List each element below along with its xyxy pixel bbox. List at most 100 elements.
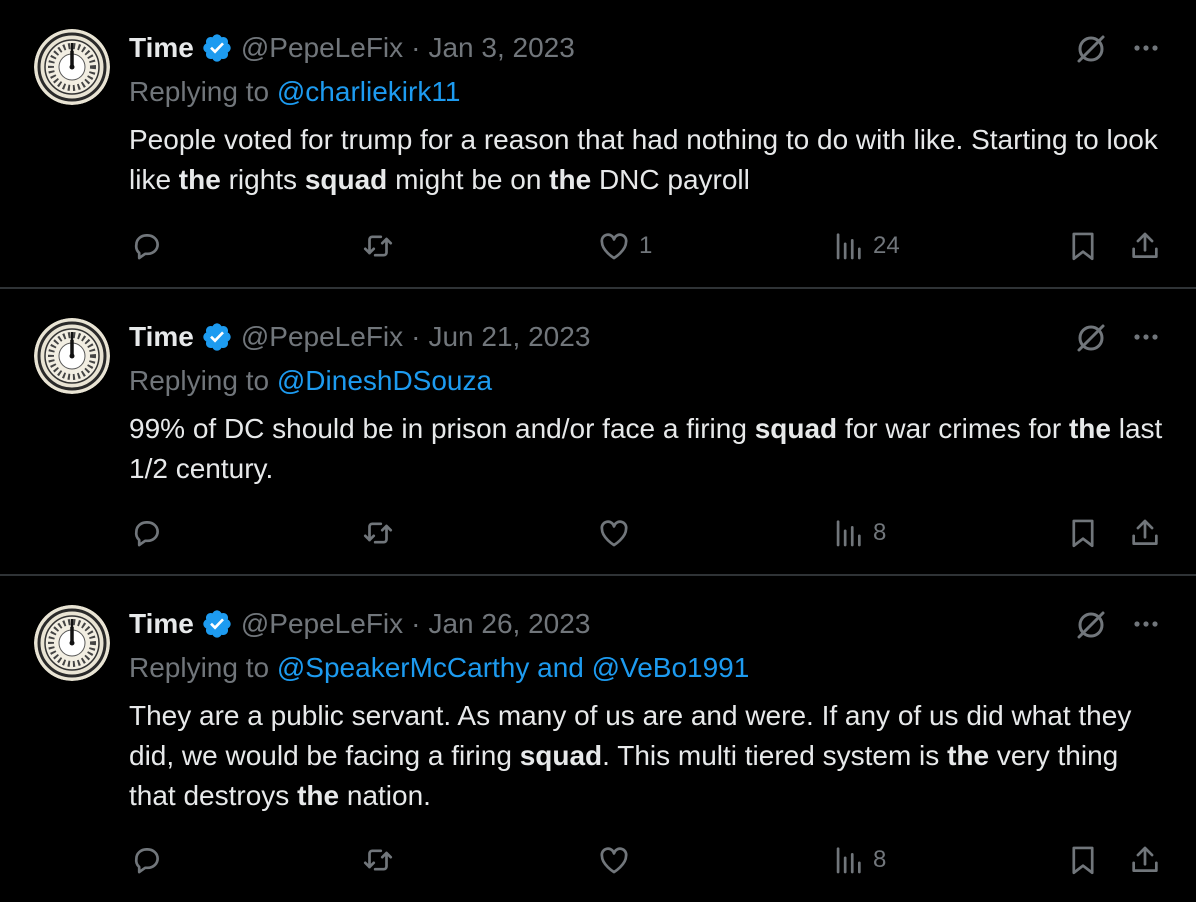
text-segment: for war crimes for — [837, 413, 1069, 444]
timestamp[interactable]: Jun 21, 2023 — [428, 321, 590, 353]
clock-avatar-icon — [34, 605, 110, 681]
avatar[interactable] — [34, 318, 110, 394]
retweet-icon — [363, 235, 393, 257]
grok-icon[interactable] — [1072, 606, 1110, 644]
grok-icon[interactable] — [1072, 319, 1110, 357]
highlighted-word: the — [947, 740, 990, 771]
verified-badge-icon[interactable] — [201, 608, 233, 640]
action-bar: 1 24 — [0, 226, 1196, 266]
timestamp[interactable]: Jan 26, 2023 — [428, 608, 590, 640]
more-icon[interactable] — [1128, 606, 1164, 642]
view-count: 24 — [873, 232, 900, 259]
handle[interactable]: @PepeLeFix — [241, 321, 403, 353]
highlighted-word: the — [1068, 413, 1111, 444]
like-button[interactable] — [597, 840, 639, 880]
mention-link[interactable]: @charliekirk11 — [277, 76, 461, 107]
like-icon — [600, 520, 628, 547]
avatar[interactable] — [34, 605, 110, 681]
views-icon — [836, 233, 861, 260]
reply-icon — [134, 234, 159, 260]
views-icon — [836, 847, 861, 874]
text-segment: might be on — [387, 164, 550, 195]
reply-button[interactable] — [130, 226, 164, 266]
text-segment: nation. — [339, 780, 431, 811]
replying-to: Replying to @DineshDSouza — [129, 365, 492, 397]
retweet-button[interactable] — [361, 840, 395, 880]
tweet-text: They are a public servant. As many of us… — [129, 696, 1169, 816]
replying-prefix: Replying to — [129, 652, 277, 683]
handle[interactable]: @PepeLeFix — [241, 32, 403, 64]
like-button[interactable] — [597, 513, 639, 553]
tweet-text: 99% of DC should be in prison and/or fac… — [129, 409, 1169, 489]
view-count: 8 — [873, 846, 887, 873]
retweet-button[interactable] — [361, 513, 395, 553]
bookmark-icon — [1072, 519, 1094, 548]
timestamp[interactable]: Jan 3, 2023 — [428, 32, 574, 64]
mention-link[interactable]: @DineshDSouza — [277, 365, 492, 396]
replying-to: Replying to @charliekirk11 — [129, 76, 460, 108]
display-name[interactable]: Time — [129, 321, 194, 353]
text-segment: . This multi tiered system is — [602, 740, 948, 771]
text-segment: rights — [220, 164, 305, 195]
verified-badge-icon[interactable] — [201, 321, 233, 353]
views-button[interactable]: 8 — [831, 840, 886, 880]
views-button[interactable]: 24 — [831, 226, 900, 266]
reply-icon — [134, 848, 159, 874]
reply-icon — [134, 521, 159, 547]
grok-icon[interactable] — [1072, 30, 1110, 68]
more-icon[interactable] — [1128, 319, 1164, 355]
bookmark-button[interactable] — [1066, 513, 1100, 553]
display-name[interactable]: Time — [129, 32, 194, 64]
like-icon — [600, 847, 628, 874]
tweet-header: Time @PepeLeFix · Jan 26, 2023 — [129, 604, 590, 644]
reply-button[interactable] — [130, 840, 164, 880]
more-icon[interactable] — [1128, 30, 1164, 66]
tweet-header: Time @PepeLeFix · Jun 21, 2023 — [129, 317, 590, 357]
share-icon — [1132, 846, 1158, 872]
share-icon — [1132, 232, 1158, 258]
timeline: Time @PepeLeFix · Jan 3, 2023 Replying t… — [0, 0, 1196, 902]
like-button[interactable]: 1 — [597, 226, 652, 266]
tweet[interactable]: Time @PepeLeFix · Jun 21, 2023 Replying … — [0, 289, 1196, 576]
clock-avatar-icon — [34, 29, 110, 105]
bookmark-button[interactable] — [1066, 226, 1100, 266]
share-button[interactable] — [1128, 226, 1162, 266]
bookmark-button[interactable] — [1066, 840, 1100, 880]
like-count: 1 — [639, 232, 653, 259]
highlighted-word: the — [297, 780, 340, 811]
retweet-button[interactable] — [361, 226, 395, 266]
share-icon — [1132, 519, 1158, 545]
bookmark-icon — [1072, 846, 1094, 875]
separator: · — [411, 608, 421, 639]
highlighted-word: squad — [754, 413, 838, 444]
views-icon — [836, 520, 861, 547]
text-segment: 99% of DC should be in prison and/or fac… — [129, 413, 755, 444]
separator: · — [411, 32, 421, 63]
replying-prefix: Replying to — [129, 365, 277, 396]
highlighted-word: squad — [519, 740, 603, 771]
reply-button[interactable] — [130, 513, 164, 553]
handle[interactable]: @PepeLeFix — [241, 608, 403, 640]
highlighted-word: squad — [304, 164, 388, 195]
clock-avatar-icon — [34, 318, 110, 394]
mention-link[interactable]: @SpeakerMcCarthy and @VeBo1991 — [277, 652, 749, 683]
replying-to: Replying to @SpeakerMcCarthy and @VeBo19… — [129, 652, 749, 684]
text-segment: DNC payroll — [591, 164, 750, 195]
action-bar: 8 — [0, 513, 1196, 553]
view-count: 8 — [873, 519, 887, 546]
action-bar: 8 — [0, 840, 1196, 880]
retweet-icon — [363, 522, 393, 544]
views-button[interactable]: 8 — [831, 513, 886, 553]
display-name[interactable]: Time — [129, 608, 194, 640]
tweet-header: Time @PepeLeFix · Jan 3, 2023 — [129, 28, 575, 68]
share-button[interactable] — [1128, 513, 1162, 553]
avatar[interactable] — [34, 29, 110, 105]
separator: · — [411, 321, 421, 352]
share-button[interactable] — [1128, 840, 1162, 880]
highlighted-word: the — [178, 164, 221, 195]
tweet-text: People voted for trump for a reason that… — [129, 120, 1169, 200]
tweet[interactable]: Time @PepeLeFix · Jan 26, 2023 Replying … — [0, 576, 1196, 902]
retweet-icon — [363, 849, 393, 871]
tweet[interactable]: Time @PepeLeFix · Jan 3, 2023 Replying t… — [0, 0, 1196, 289]
verified-badge-icon[interactable] — [201, 32, 233, 64]
